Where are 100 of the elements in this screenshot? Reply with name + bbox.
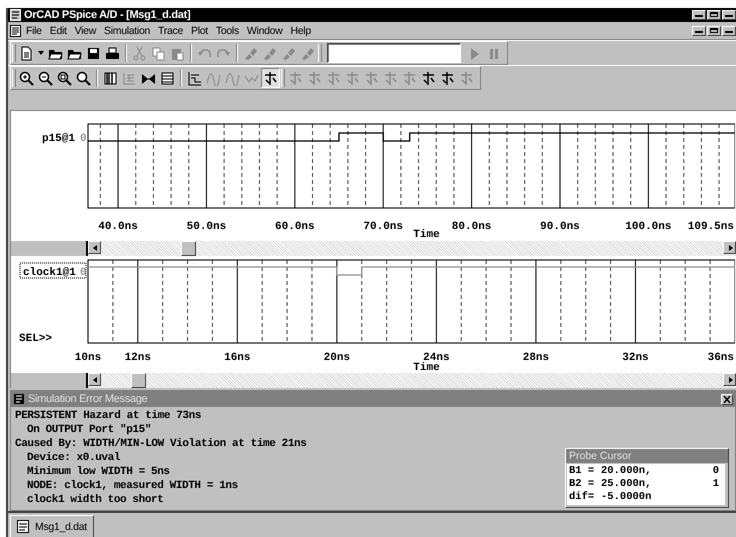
menu-item[interactable]: Plot xyxy=(188,24,211,36)
cursor-icon xyxy=(383,70,398,86)
tick-label: 50.0ns xyxy=(186,221,226,233)
close-button[interactable] xyxy=(722,10,736,20)
menu-item[interactable]: Help xyxy=(287,24,314,36)
scrollbar[interactable] xyxy=(88,373,736,388)
cursor-icon xyxy=(307,70,322,86)
maximize-button[interactable] xyxy=(707,10,721,20)
cursor-state: 1 xyxy=(712,478,720,491)
cursor-icon xyxy=(288,70,303,86)
tick-label: 32ns xyxy=(622,352,649,364)
tick-label: 40.0ns xyxy=(98,221,138,233)
zoom-out-icon xyxy=(38,70,53,86)
panel-title: Probe Cursor xyxy=(566,449,728,463)
cursor-value: -5.0000n xyxy=(601,491,652,504)
document-icon[interactable] xyxy=(10,24,21,36)
tick-label: 109.5ns xyxy=(688,221,734,233)
combo-field[interactable] xyxy=(327,43,461,63)
menu-item[interactable]: File xyxy=(23,24,45,36)
tick-label: 10ns xyxy=(74,352,102,364)
cursor-value: 25.000n, xyxy=(601,478,652,491)
cursor-button[interactable] xyxy=(261,68,280,88)
cursor-value: 20.000n, xyxy=(601,465,652,478)
cursor-icon xyxy=(402,70,417,86)
caret-icon xyxy=(38,51,44,55)
signal-label[interactable]: clock1@1 xyxy=(23,267,76,279)
restore-button[interactable] xyxy=(707,26,721,36)
tick-label: 16ns xyxy=(224,352,250,364)
cursor-state: 0 xyxy=(712,465,720,478)
tick-label: 100.0ns xyxy=(625,221,672,233)
curve-icon xyxy=(225,70,240,86)
probe-icon xyxy=(281,46,296,60)
cursor-icon xyxy=(459,70,474,86)
probe-icon xyxy=(300,46,315,60)
scroll-right-button[interactable] xyxy=(723,373,736,386)
menu-item[interactable]: View xyxy=(72,24,100,36)
cursor-icon xyxy=(440,70,455,86)
zoom-in-icon xyxy=(19,70,34,86)
selection-marker: SEL>> xyxy=(19,333,52,345)
probe-icon xyxy=(262,46,277,60)
close-button[interactable] xyxy=(722,26,736,36)
minimize-button[interactable] xyxy=(692,10,706,20)
zoom-area-icon xyxy=(57,70,72,86)
document-icon xyxy=(19,46,34,60)
tick-label: 36ns xyxy=(708,352,734,364)
scroll-right-button[interactable] xyxy=(723,241,736,254)
message-line: PERSISTENT Hazard at time 73ns xyxy=(15,409,202,423)
tick-label: 80.0ns xyxy=(452,221,492,233)
tick-label: 60.0ns xyxy=(275,221,315,233)
scissors-icon xyxy=(132,46,147,60)
minimize-button[interactable] xyxy=(692,26,706,36)
grid-icon xyxy=(122,70,137,86)
cursor-label: dif= xyxy=(569,491,596,504)
copy-icon xyxy=(151,46,166,60)
menu-item[interactable]: Simulation xyxy=(101,24,154,36)
table-icon xyxy=(160,70,175,86)
message-title: Simulation Error Message xyxy=(28,393,148,405)
signal-value: 0 xyxy=(80,267,87,279)
menu-item[interactable]: Trace xyxy=(155,24,186,36)
curve-icon xyxy=(206,70,221,86)
close-button[interactable] xyxy=(721,394,733,404)
menu-item[interactable]: Tools xyxy=(212,24,242,36)
menu-item[interactable]: Window xyxy=(244,24,286,36)
tab-label: Msg1_d.dat xyxy=(35,520,87,532)
message-line: Caused By: WIDTH/MIN-LOW Violation at time 21ns xyxy=(15,437,306,451)
search-icon xyxy=(76,70,91,86)
tick-label: 24ns xyxy=(423,352,450,364)
tick-label: 12ns xyxy=(124,352,151,364)
tick-label: 28ns xyxy=(522,352,550,364)
message-line: Device: x0.uval xyxy=(26,451,120,465)
tick-label: 20ns xyxy=(324,352,350,364)
document-tab[interactable]: Msg1_d.dat xyxy=(10,515,94,537)
scroll-thumb[interactable] xyxy=(131,373,146,388)
tick-label: 70.0ns xyxy=(363,221,404,233)
document-icon xyxy=(17,520,29,533)
signal-label[interactable]: p15@1 xyxy=(42,133,75,145)
signal-value: 0 xyxy=(80,133,87,145)
cursor-icon xyxy=(263,70,278,86)
axis-title: Time xyxy=(413,229,440,241)
message-line: clock1 width too short xyxy=(26,493,164,507)
menu-item[interactable]: Edit xyxy=(46,24,70,36)
scroll-left-button[interactable] xyxy=(88,373,101,386)
tick-label: 90.0ns xyxy=(540,221,580,233)
axes-icon xyxy=(187,70,202,86)
scroll-thumb[interactable] xyxy=(181,241,196,256)
probe-icon xyxy=(243,46,258,60)
printer-icon xyxy=(105,46,120,60)
app-icon xyxy=(13,393,25,405)
floppy-icon xyxy=(86,46,101,60)
cursor-icon xyxy=(421,70,436,86)
cursor-icon xyxy=(364,70,379,86)
axis-title: Time xyxy=(413,362,440,373)
window-title: OrCAD PSpice A/D - [Msg1_d.dat] xyxy=(24,9,192,21)
scrollbar[interactable] xyxy=(88,241,736,256)
cursor-label: B2 = xyxy=(569,478,596,491)
cursor-icon xyxy=(326,70,341,86)
cursor-label: B1 = xyxy=(569,465,596,478)
scroll-left-button[interactable] xyxy=(88,241,101,254)
message-line: On OUTPUT Port "p15" xyxy=(26,423,152,437)
message-line: Minimum low WIDTH = 5ns xyxy=(26,465,170,479)
